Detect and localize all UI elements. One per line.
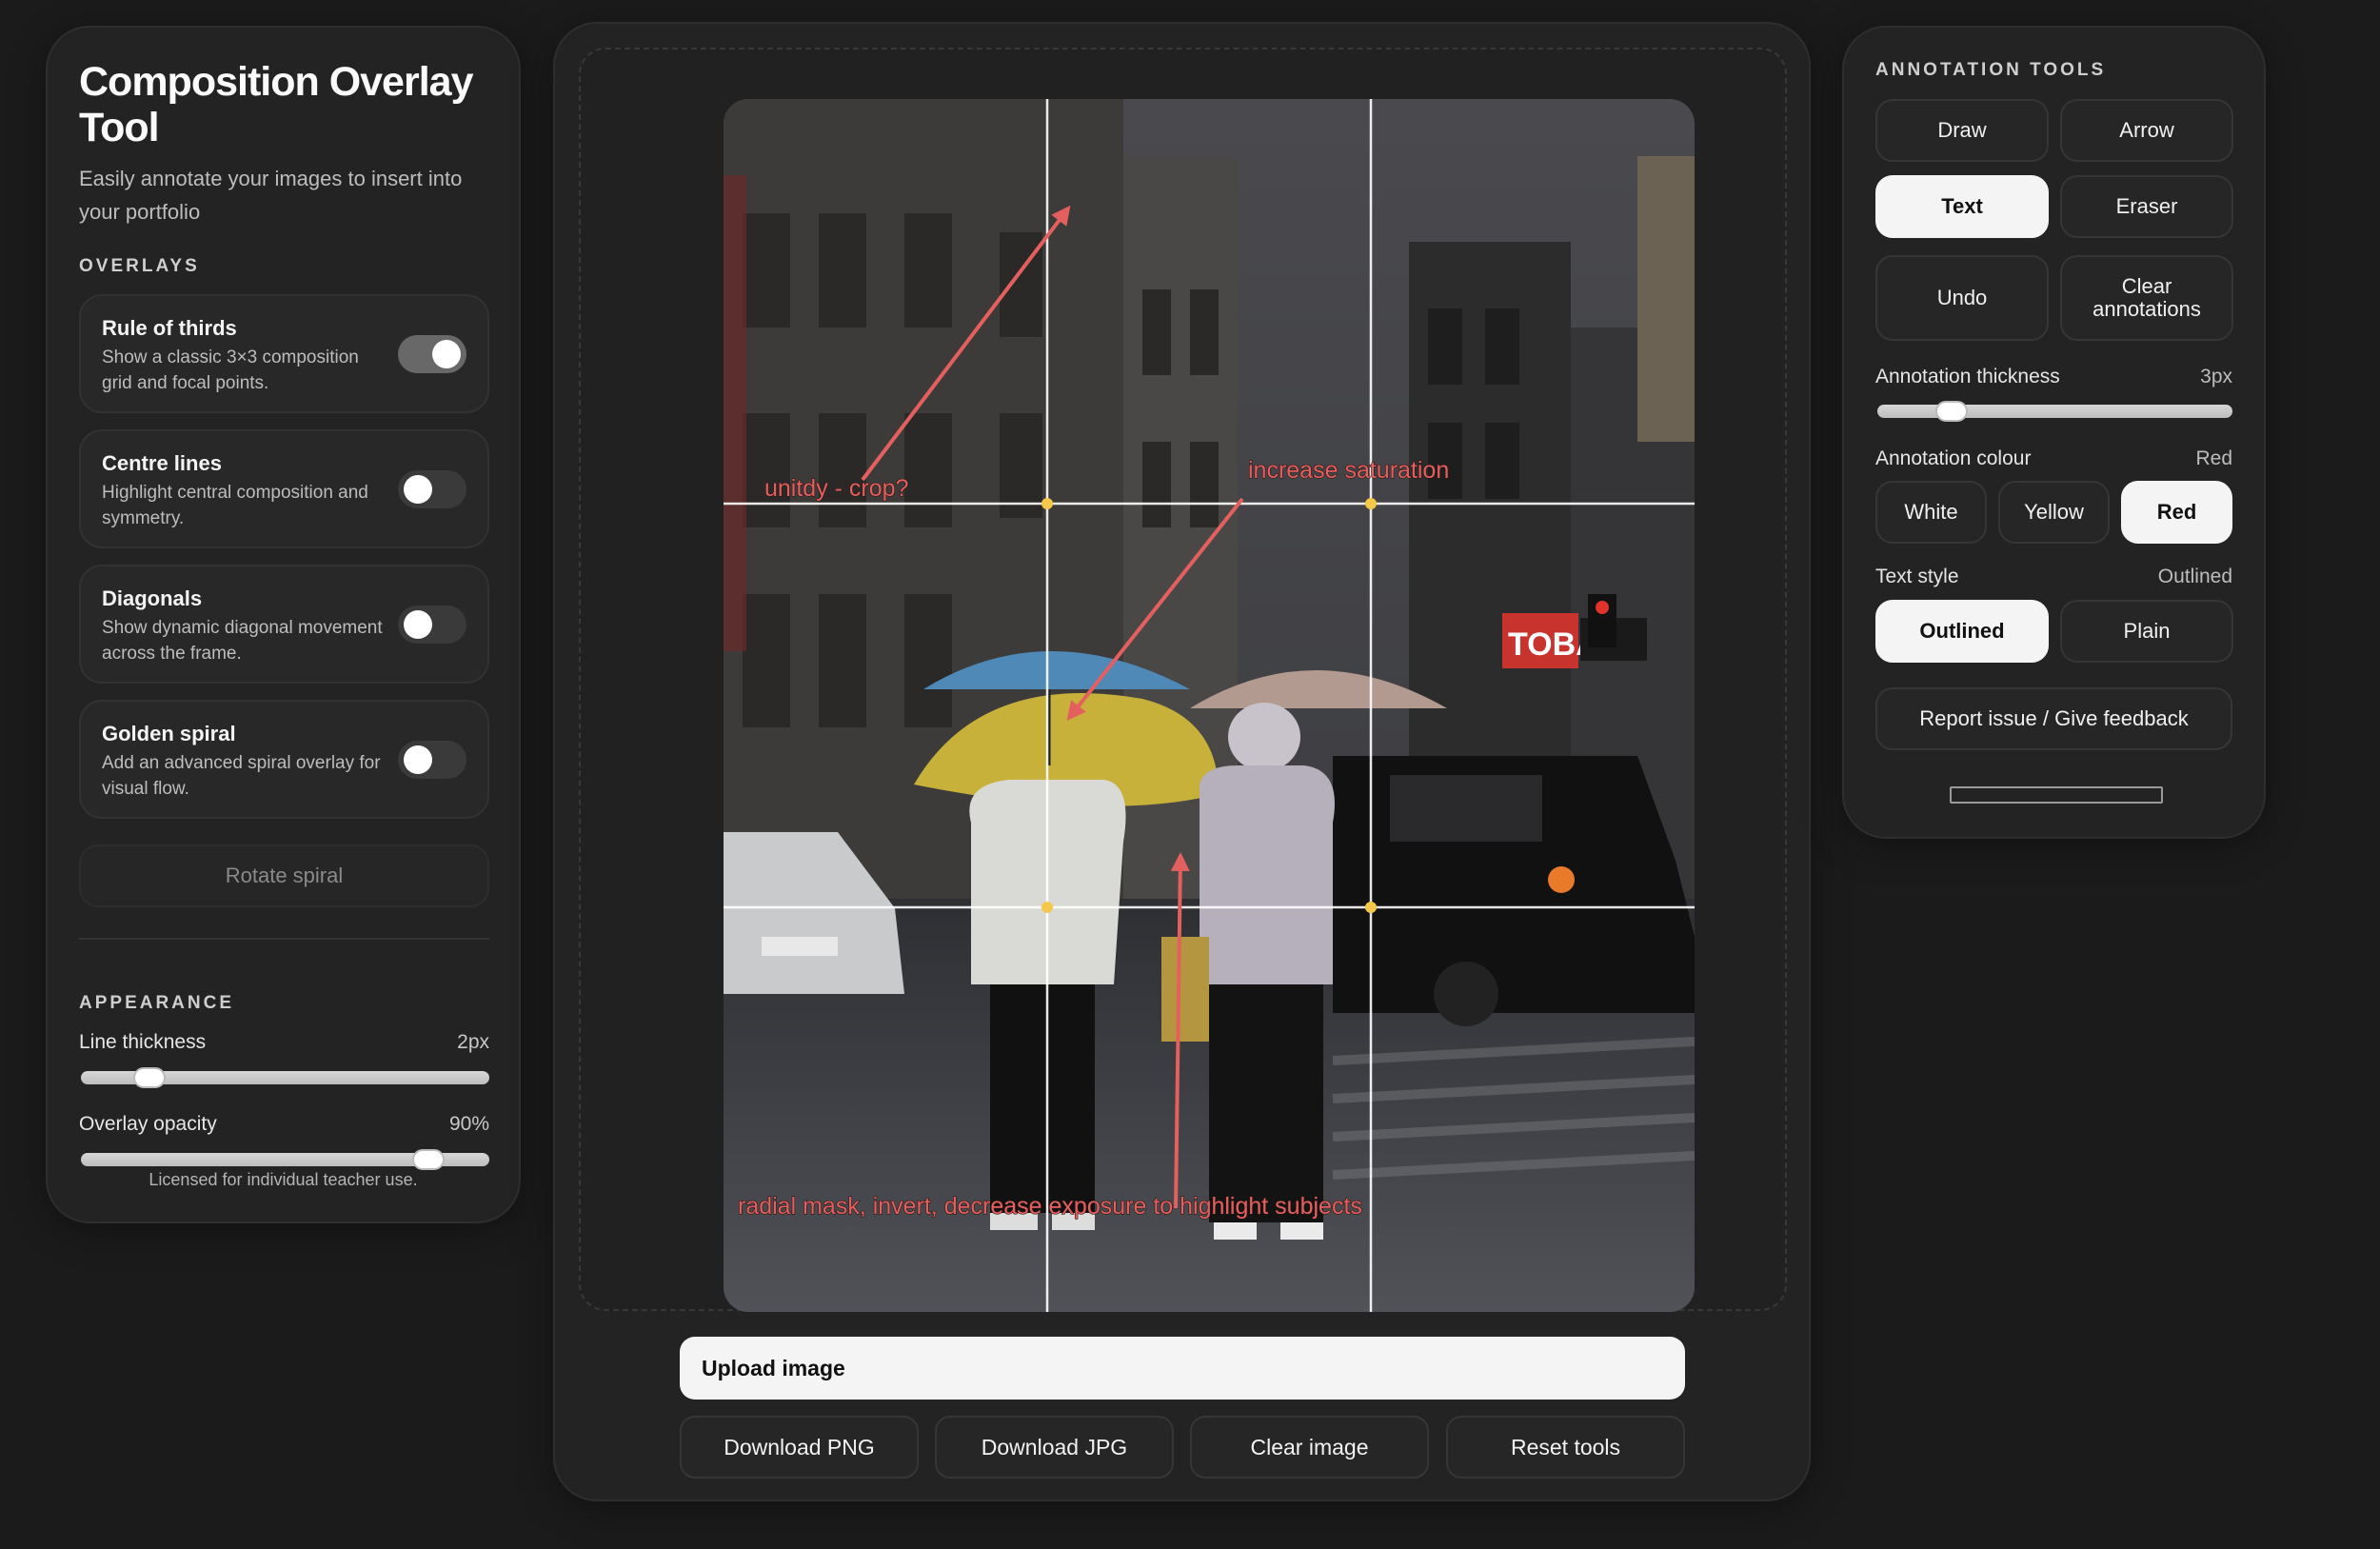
overlays-section-label: OVERLAYS — [79, 256, 200, 276]
overlay-card-rule-of-thirds: Rule of thirds Show a classic 3×3 compos… — [79, 294, 489, 413]
toggle-knob — [404, 475, 432, 504]
street-photo: TOBA unitdy - crop? increase saturation … — [724, 99, 1695, 1312]
undo-button[interactable]: Undo — [1875, 255, 2049, 341]
annotation-text[interactable]: increase saturation — [1247, 456, 1449, 484]
diagonals-toggle[interactable] — [398, 606, 466, 644]
slider-thumb[interactable] — [411, 1149, 445, 1170]
overlay-opacity-row: Overlay opacity 90% — [79, 1113, 489, 1170]
eraser-tool-button[interactable]: Eraser — [2060, 175, 2233, 238]
annotation-thickness-value: 3px — [2200, 366, 2232, 387]
annotation-text[interactable]: unitdy - crop? — [764, 474, 909, 502]
rule-of-thirds-toggle[interactable] — [398, 335, 466, 373]
annotation-colour-label: Annotation colour — [1875, 447, 2032, 469]
divider — [79, 938, 489, 940]
overlay-description: Add an advanced spiral overlay for visua… — [102, 753, 381, 799]
slider-thumb[interactable] — [133, 1067, 167, 1088]
annotation-thickness-label: Annotation thickness — [1875, 366, 2060, 387]
clear-annotations-button[interactable]: Clear annotations — [2060, 255, 2233, 341]
toggle-knob — [404, 745, 432, 774]
centre-lines-toggle[interactable] — [398, 470, 466, 508]
annotation-thickness-slider[interactable] — [1877, 401, 2232, 422]
annotation-tools-label: ANNOTATION TOOLS — [1875, 60, 2107, 80]
app-title: Composition Overlay Tool — [79, 59, 473, 150]
text-style-value: Outlined — [2157, 566, 2232, 587]
slider-thumb[interactable] — [1935, 401, 1969, 422]
canvas-panel: TOBA unitdy - crop? increase saturation … — [553, 22, 1811, 1501]
arrow-tool-button[interactable]: Arrow — [2060, 99, 2233, 162]
toggle-knob — [404, 610, 432, 639]
appearance-section-label: APPEARANCE — [79, 993, 235, 1013]
toggle-knob — [432, 340, 461, 368]
overlay-opacity-label: Overlay opacity — [79, 1113, 217, 1135]
app-subtitle: Easily annotate your images to insert in… — [79, 167, 463, 224]
overlay-opacity-value: 90% — [448, 1113, 489, 1135]
colour-white-button[interactable]: White — [1875, 481, 1987, 544]
overlay-description: Show a classic 3×3 composition grid and … — [102, 348, 359, 393]
plain-style-button[interactable]: Plain — [2060, 600, 2233, 663]
download-png-button[interactable]: Download PNG — [680, 1416, 919, 1479]
overlay-opacity-slider[interactable] — [81, 1149, 489, 1170]
overlay-card-golden-spiral: Golden spiral Add an advanced spiral ove… — [79, 700, 489, 819]
colour-yellow-button[interactable]: Yellow — [1998, 481, 2110, 544]
annotation-text[interactable]: radial mask, invert, decrease exposure t… — [737, 1192, 1362, 1220]
golden-spiral-toggle[interactable] — [398, 741, 466, 779]
annotation-tools-panel: ANNOTATION TOOLS Draw Arrow Text Eraser … — [1842, 26, 2266, 839]
overlay-description: Show dynamic diagonal movement across th… — [102, 618, 383, 664]
clear-image-button[interactable]: Clear image — [1190, 1416, 1429, 1479]
overlay-card-diagonals: Diagonals Show dynamic diagonal movement… — [79, 565, 489, 684]
text-tool-button[interactable]: Text — [1875, 175, 2049, 238]
feedback-button[interactable]: Report issue / Give feedback — [1875, 687, 2232, 750]
line-thickness-value: 2px — [457, 1031, 489, 1053]
outlined-style-button[interactable]: Outlined — [1875, 600, 2049, 663]
line-thickness-row: Line thickness 2px — [79, 1031, 489, 1088]
line-thickness-label: Line thickness — [79, 1031, 207, 1053]
download-jpg-button[interactable]: Download JPG — [935, 1416, 1174, 1479]
reset-tools-button[interactable]: Reset tools — [1446, 1416, 1685, 1479]
rotate-spiral-button[interactable]: Rotate spiral — [79, 844, 489, 907]
text-style-label: Text style — [1875, 566, 1959, 587]
colour-red-button[interactable]: Red — [2121, 481, 2232, 544]
overlay-description: Highlight central composition and symmet… — [102, 483, 368, 528]
overlay-card-centre-lines: Centre lines Highlight central compositi… — [79, 429, 489, 548]
photo-canvas[interactable]: TOBA unitdy - crop? increase saturation … — [724, 99, 1695, 1312]
upload-image-button[interactable]: Upload image — [680, 1337, 1685, 1400]
image-dropzone[interactable]: TOBA unitdy - crop? increase saturation … — [579, 48, 1787, 1312]
overlay-settings-panel: Composition Overlay Tool Easily annotate… — [46, 26, 521, 1223]
license-note: Licensed for individual teacher use. — [149, 1170, 418, 1189]
draw-tool-button[interactable]: Draw — [1875, 99, 2049, 162]
line-thickness-slider[interactable] — [81, 1067, 489, 1088]
hidden-canvas-placeholder — [1950, 786, 2163, 804]
annotation-colour-value: Red — [2195, 447, 2232, 469]
